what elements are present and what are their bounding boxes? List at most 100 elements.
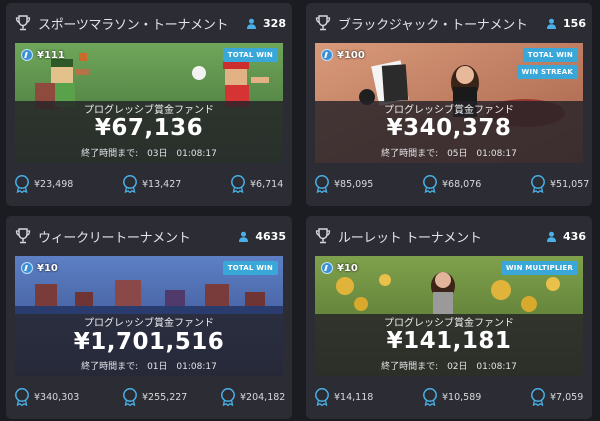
jackpot-amount: ¥340,378 xyxy=(386,115,512,141)
prize-third: ¥51,057 xyxy=(530,175,589,193)
badge-group: WIN MULTIPLIER xyxy=(500,261,578,275)
tournament-title: ルーレット トーナメント xyxy=(338,231,482,246)
prize-amount: ¥340,303 xyxy=(34,391,80,403)
player-count-value: 156 xyxy=(563,17,586,30)
tournament-title: ブラックジャック・トーナメント xyxy=(338,18,528,33)
timer-days: 02日 xyxy=(447,362,468,372)
card-header: スポーツマラソン・トーナメント 328 xyxy=(6,3,292,43)
timer-time: 01:08:17 xyxy=(476,362,517,372)
tournament-title: ウィークリートーナメント xyxy=(38,231,191,246)
coin-icon xyxy=(21,262,33,274)
prize-list: ¥23,498 ¥13,427 ¥6,714 xyxy=(14,175,286,195)
player-count-value: 4635 xyxy=(255,230,286,243)
progressive-fund-label: プログレッシブ賞金ファンド xyxy=(384,318,514,329)
tournament-card-blackjack[interactable]: ブラックジャック・トーナメント 156 ¥100 TOTAL WIN WIN S… xyxy=(306,3,592,206)
tournament-banner[interactable]: ¥100 TOTAL WIN WIN STREAK プログレッシブ賞金ファンド … xyxy=(315,43,583,163)
tournament-card-sports[interactable]: スポーツマラソン・トーナメント 328 ¥111 TOTAL WIN プログレッ… xyxy=(6,3,292,206)
progressive-fund-label: プログレッシブ賞金ファンド xyxy=(84,105,214,116)
timer-days: 03日 xyxy=(147,149,168,159)
prize-amount: ¥6,714 xyxy=(250,178,284,190)
prize-list: ¥14,118 ¥10,589 ¥7,059 xyxy=(314,388,586,408)
player-count: 328 xyxy=(246,17,286,30)
tournament-banner[interactable]: ¥10 TOTAL WIN プログレッシブ賞金ファンド ¥1,701,516 終… xyxy=(15,256,283,376)
entry-fee-value: ¥10 xyxy=(337,262,358,274)
medal-icon xyxy=(220,388,236,406)
prize-first: ¥340,303 xyxy=(14,388,79,406)
entry-fee: ¥111 xyxy=(21,49,65,61)
tournament-card-weekly[interactable]: ウィークリートーナメント 4635 ¥10 TOTAL WIN プログレッシブ賞… xyxy=(6,216,292,419)
medal-icon xyxy=(14,388,30,406)
entry-fee-value: ¥100 xyxy=(337,49,365,61)
player-count-value: 436 xyxy=(563,230,586,243)
jackpot-amount: ¥1,701,516 xyxy=(73,329,225,355)
user-icon xyxy=(546,18,557,29)
prize-list: ¥85,095 ¥68,076 ¥51,057 xyxy=(314,175,589,195)
win-streak-badge: WIN STREAK xyxy=(516,65,578,79)
countdown-timer: 終了時間まで: 05日 01:08:17 xyxy=(315,146,583,159)
prize-amount: ¥85,095 xyxy=(334,178,374,190)
trophy-icon xyxy=(314,14,332,32)
prize-first: ¥14,118 xyxy=(314,388,373,406)
prize-amount: ¥204,182 xyxy=(240,391,286,403)
progressive-fund-label: プログレッシブ賞金ファンド xyxy=(84,318,214,329)
total-win-badge: TOTAL WIN xyxy=(522,48,578,62)
countdown-timer: 終了時間まで: 01日 01:08:17 xyxy=(15,359,283,372)
prize-second: ¥13,427 xyxy=(122,175,181,193)
timer-label: 終了時間まで: xyxy=(381,362,439,372)
timer-days: 05日 xyxy=(447,149,468,159)
prize-first: ¥85,095 xyxy=(314,175,373,193)
trophy-icon xyxy=(14,227,32,245)
badge-group: TOTAL WIN xyxy=(222,48,278,62)
jackpot-amount: ¥141,181 xyxy=(386,328,512,354)
card-header: ルーレット トーナメント 436 xyxy=(306,216,592,256)
tournament-banner[interactable]: ¥111 TOTAL WIN プログレッシブ賞金ファンド ¥67,136 終了時… xyxy=(15,43,283,163)
medal-icon xyxy=(122,175,138,193)
prize-second: ¥255,227 xyxy=(122,388,187,406)
prize-third: ¥6,714 xyxy=(230,175,283,193)
prize-amount: ¥51,057 xyxy=(550,178,590,190)
user-icon xyxy=(246,18,257,29)
card-header: ブラックジャック・トーナメント 156 xyxy=(306,3,592,43)
entry-fee: ¥10 xyxy=(21,262,58,274)
badge-group: TOTAL WIN xyxy=(222,261,278,275)
prize-amount: ¥14,118 xyxy=(334,391,374,403)
countdown-timer: 終了時間まで: 03日 01:08:17 xyxy=(15,146,283,159)
tournament-banner[interactable]: ¥10 WIN MULTIPLIER プログレッシブ賞金ファンド ¥141,18… xyxy=(315,256,583,376)
entry-fee-value: ¥111 xyxy=(37,49,65,61)
trophy-icon xyxy=(14,14,32,32)
timer-time: 01:08:17 xyxy=(176,362,217,372)
prize-amount: ¥7,059 xyxy=(550,391,584,403)
prize-amount: ¥255,227 xyxy=(142,391,188,403)
badge-group: TOTAL WIN WIN STREAK xyxy=(516,48,578,79)
timer-label: 終了時間まで: xyxy=(81,362,139,372)
entry-fee-value: ¥10 xyxy=(37,262,58,274)
tournament-title: スポーツマラソン・トーナメント xyxy=(38,18,229,33)
prize-first: ¥23,498 xyxy=(14,175,73,193)
entry-fee: ¥10 xyxy=(321,262,358,274)
timer-days: 01日 xyxy=(147,362,168,372)
timer-label: 終了時間まで: xyxy=(381,149,439,159)
prize-amount: ¥68,076 xyxy=(442,178,482,190)
medal-icon xyxy=(422,175,438,193)
tournament-card-roulette[interactable]: ルーレット トーナメント 436 ¥10 WIN MULTIPLIER プログレ… xyxy=(306,216,592,419)
medal-icon xyxy=(14,175,30,193)
trophy-icon xyxy=(314,227,332,245)
prize-third: ¥204,182 xyxy=(220,388,285,406)
entry-fee: ¥100 xyxy=(321,49,365,61)
prize-second: ¥68,076 xyxy=(422,175,481,193)
prize-third: ¥7,059 xyxy=(530,388,583,406)
user-icon xyxy=(238,231,249,242)
medal-icon xyxy=(230,175,246,193)
coin-icon xyxy=(321,49,333,61)
timer-time: 01:08:17 xyxy=(476,149,517,159)
medal-icon xyxy=(314,388,330,406)
prize-list: ¥340,303 ¥255,227 ¥204,182 xyxy=(14,388,286,408)
player-count-value: 328 xyxy=(263,17,286,30)
medal-icon xyxy=(422,388,438,406)
user-icon xyxy=(546,231,557,242)
timer-label: 終了時間まで: xyxy=(81,149,139,159)
medal-icon xyxy=(530,175,546,193)
prize-amount: ¥23,498 xyxy=(34,178,74,190)
player-count: 436 xyxy=(546,230,586,243)
progressive-fund-label: プログレッシブ賞金ファンド xyxy=(384,105,514,116)
